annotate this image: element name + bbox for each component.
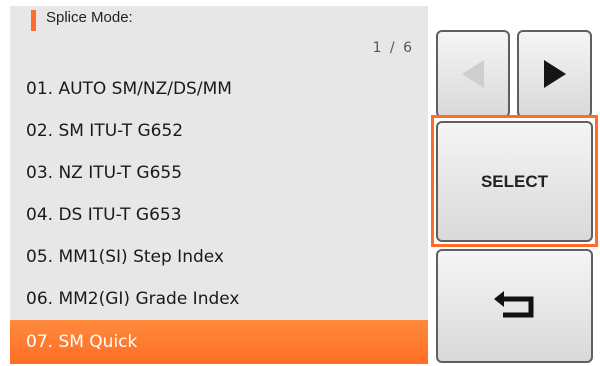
list-item-03[interactable]: 03. NZ ITU-T G655	[10, 152, 428, 194]
list-item-06[interactable]: 06. MM2(GI) Grade Index	[10, 278, 428, 320]
list-item-05[interactable]: 05. MM1(SI) Step Index	[10, 236, 428, 278]
list-item-07[interactable]: 07. SM Quick	[10, 320, 428, 364]
return-arrow-icon	[493, 291, 533, 318]
previous-page-button[interactable]	[436, 30, 510, 118]
page-title: Splice Mode:	[46, 9, 133, 26]
list-item-01[interactable]: 01. AUTO SM/NZ/DS/MM	[10, 68, 428, 110]
triangle-left-icon	[462, 60, 484, 88]
back-button[interactable]	[436, 249, 593, 363]
triangle-right-icon	[543, 60, 566, 88]
list-item-04[interactable]: 04. DS ITU-T G653	[10, 194, 428, 236]
splice-mode-list: 01. AUTO SM/NZ/DS/MM 02. SM ITU-T G652 0…	[10, 68, 428, 364]
page-indicator: 1 / 6	[372, 40, 414, 56]
list-item-02[interactable]: 02. SM ITU-T G652	[10, 110, 428, 152]
select-button-label: SELECT	[480, 171, 549, 191]
select-button[interactable]: SELECT	[436, 121, 593, 242]
next-page-button[interactable]	[517, 30, 592, 118]
mode-list-panel: Splice Mode: 1 / 6 01. AUTO SM/NZ/DS/MM …	[10, 6, 428, 364]
title-bar: Splice Mode:	[10, 6, 428, 36]
title-accent-bar	[31, 10, 36, 31]
